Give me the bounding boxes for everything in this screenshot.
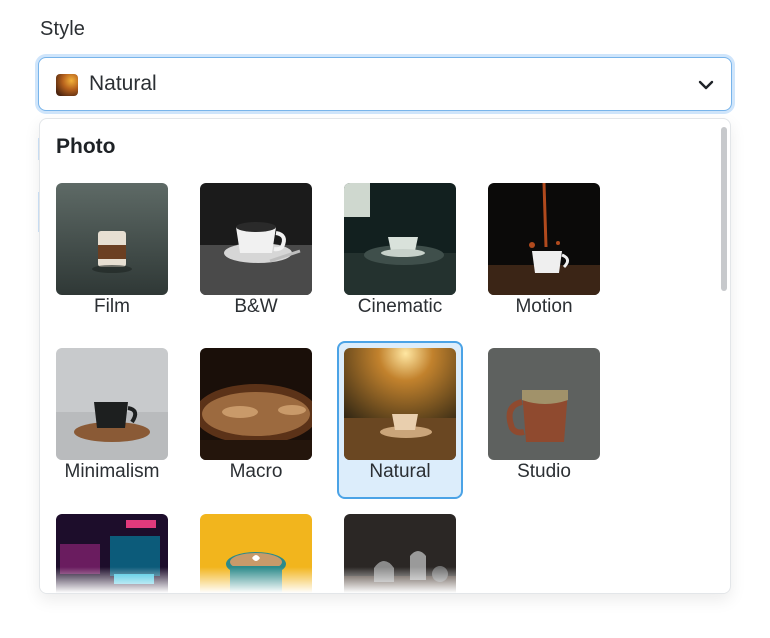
style-option-label: Macro — [229, 461, 283, 482]
style-option-film[interactable]: Film — [49, 176, 175, 334]
style-dropdown-menu[interactable]: Photo Film B&W Cinematic Motion Minimali… — [39, 118, 731, 594]
motion-thumbnail — [488, 183, 600, 295]
style-option-minimalism[interactable]: Minimalism — [49, 341, 175, 499]
style-option-label: Film — [94, 296, 130, 317]
studio-thumbnail — [488, 348, 600, 460]
dropdown-scrollbar[interactable] — [721, 127, 727, 291]
style-option-label: Natural — [369, 461, 431, 482]
cinematic-thumbnail — [344, 183, 456, 295]
selected-style-value: Natural — [89, 72, 157, 95]
natural-thumbnail — [344, 348, 456, 460]
film-thumbnail — [56, 183, 168, 295]
style-option-label: Cinematic — [357, 296, 443, 317]
style-select[interactable]: Natural — [38, 57, 732, 111]
style-options-grid: Film B&W Cinematic Motion Minimalism Mac… — [40, 119, 730, 593]
style-option-motion[interactable]: Motion — [481, 176, 607, 334]
bw-thumbnail — [200, 183, 312, 295]
scroll-fade — [40, 567, 730, 593]
style-option-cinematic[interactable]: Cinematic — [337, 176, 463, 334]
style-option-studio[interactable]: Studio — [481, 341, 607, 499]
style-option-label: B&W — [234, 296, 278, 317]
style-option-natural[interactable]: Natural — [337, 341, 463, 499]
style-option-macro[interactable]: Macro — [193, 341, 319, 499]
style-option-label: Studio — [517, 461, 571, 482]
style-option-bw[interactable]: B&W — [193, 176, 319, 334]
style-field-label: Style — [40, 18, 85, 40]
natural-style-thumbnail-icon — [56, 74, 78, 96]
style-option-label: Minimalism — [64, 461, 160, 482]
minimalism-thumbnail — [56, 348, 168, 460]
macro-thumbnail — [200, 348, 312, 460]
style-option-label: Motion — [515, 296, 573, 317]
chevron-down-icon[interactable] — [695, 74, 717, 96]
